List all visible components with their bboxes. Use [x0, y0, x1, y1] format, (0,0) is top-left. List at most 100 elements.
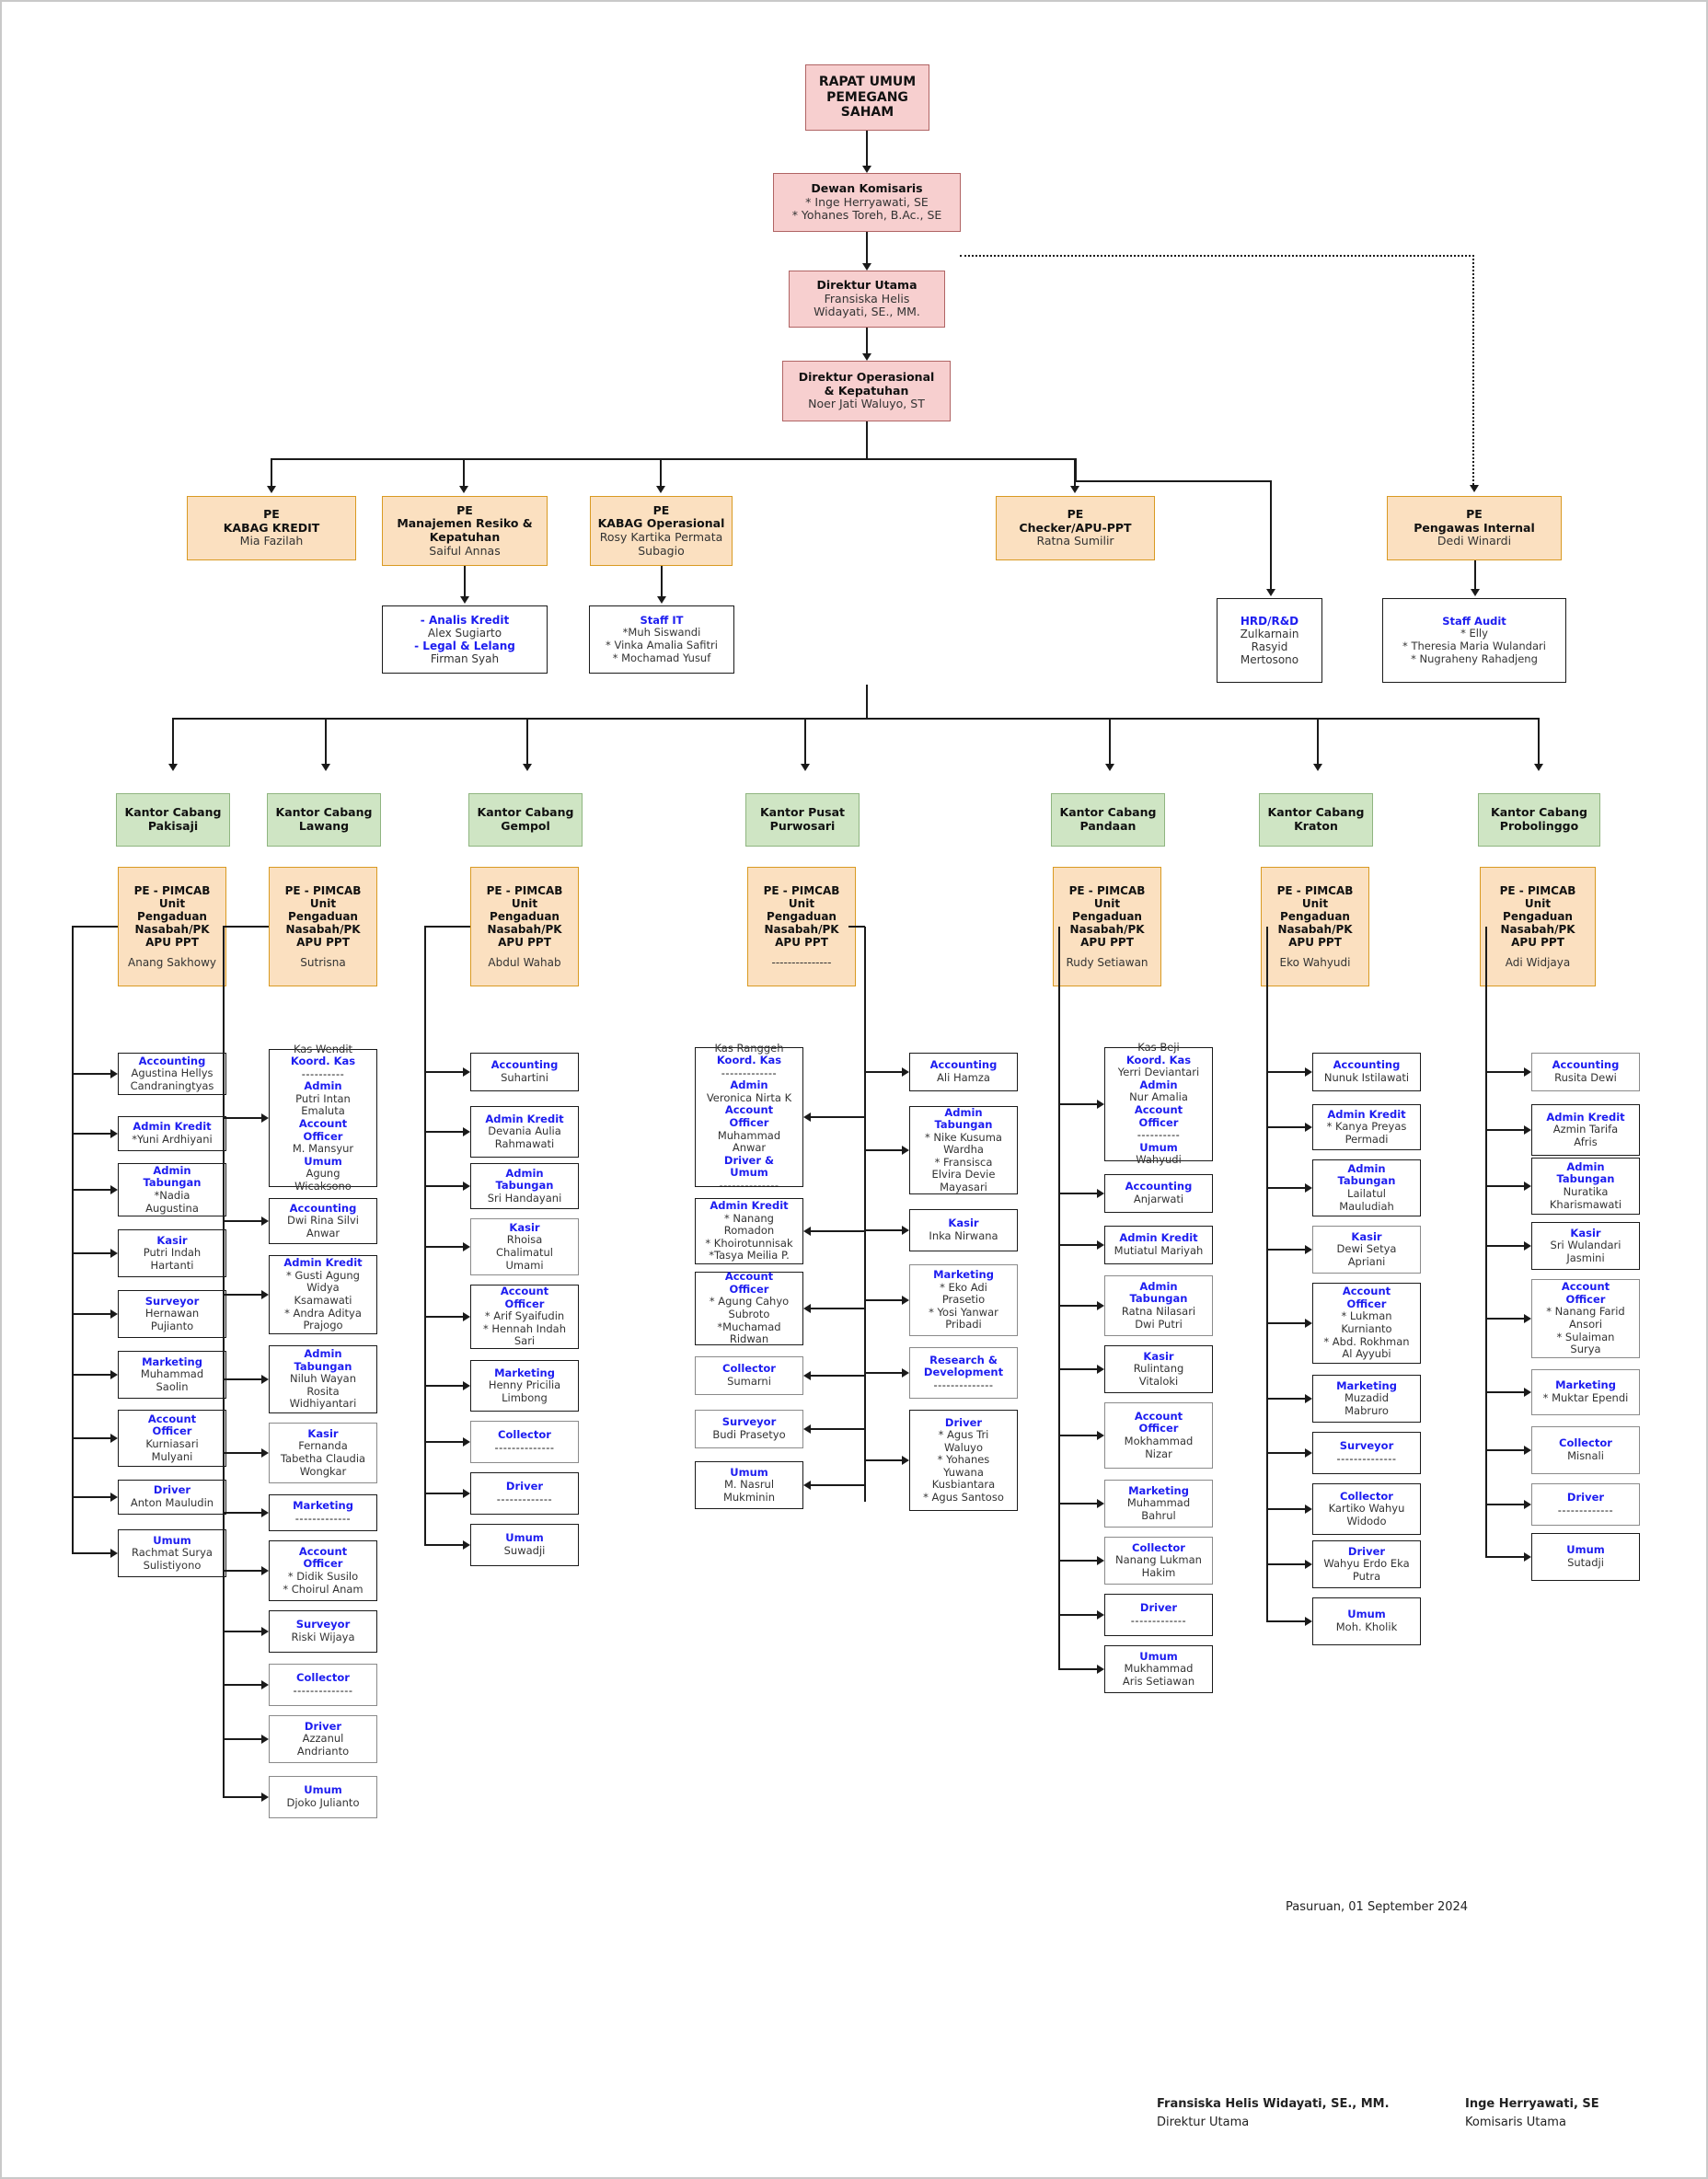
node-staff-probolinggo-2[interactable]: Admin Tabungan Nuratika Kharismawati	[1531, 1158, 1640, 1215]
node-staff-kraton-0[interactable]: Accounting Nunuk Istilawati	[1312, 1053, 1421, 1091]
node-staff-pakisaji-8[interactable]: Umum Rachmat Surya Sulistiyono	[118, 1529, 226, 1577]
node-staff-lawang-6[interactable]: Account Officer * Didik Susilo * Choirul An…	[269, 1540, 377, 1601]
node-staff-kraton-8[interactable]: Driver Wahyu Erdo Eka Putra	[1312, 1540, 1421, 1588]
node-detail-line: Ksamawati	[294, 1294, 352, 1307]
node-staff-lawang-2[interactable]: Admin Kredit * Gusti Agung Widya Ksamawati *…	[269, 1255, 377, 1334]
node-pe-kabag-operasional[interactable]: PE KABAG Operasional Rosy Kartika Permata S…	[590, 496, 733, 566]
node-staff-lawang-9[interactable]: Driver Azzanul Andrianto	[269, 1715, 377, 1763]
node-staff-kraton-7[interactable]: Collector Kartiko Wahyu Widodo	[1312, 1483, 1421, 1535]
node-staff-pandaan-2[interactable]: Admin Kredit Mutiatul Mariyah	[1104, 1226, 1213, 1264]
node-staff-pandaan-5[interactable]: Account Officer Mokhammad Nizar	[1104, 1402, 1213, 1469]
node-pimcab-probolinggo[interactable]: PE - PIMCAB Unit Pengaduan Nasabah/PK APU PP…	[1480, 867, 1596, 986]
node-pimcab-purwosari[interactable]: PE - PIMCAB Unit Pengaduan Nasabah/PK APU PP…	[747, 867, 856, 986]
node-staff-lawang-3[interactable]: Admin Tabungan Niluh Wayan Rosita Widhiyanta…	[269, 1345, 377, 1413]
node-staff-probolinggo-3[interactable]: Kasir Sri Wulandari Jasmini	[1531, 1222, 1640, 1270]
node-staff-purwosari_left-4[interactable]: Surveyor Budi Prasetyo	[695, 1410, 803, 1448]
node-staff-pandaan-6[interactable]: Marketing Muhammad Bahrul	[1104, 1480, 1213, 1528]
node-staff-pakisaji-2[interactable]: Admin Tabungan *Nadia Augustina	[118, 1163, 226, 1216]
node-staff-gempol-6[interactable]: Collector --------------	[470, 1421, 579, 1463]
node-staff-lawang-8[interactable]: Collector --------------	[269, 1664, 377, 1706]
node-staff-kraton-6[interactable]: Surveyor --------------	[1312, 1432, 1421, 1474]
node-staff-purwosari_right-2[interactable]: Kasir Inka Nirwana	[909, 1209, 1018, 1251]
node-office-pandaan[interactable]: Kantor Cabang Pandaan	[1051, 793, 1165, 847]
node-staff-kraton-5[interactable]: Marketing Muzadid Mabruro	[1312, 1375, 1421, 1423]
node-analis-kredit-legal[interactable]: - Analis Kredit Alex Sugiarto - Legal & Le…	[382, 605, 548, 674]
node-pimcab-gempol[interactable]: PE - PIMCAB Unit Pengaduan Nasabah/PK APU PP…	[470, 867, 579, 986]
node-pimcab-lawang[interactable]: PE - PIMCAB Unit Pengaduan Nasabah/PK APU PP…	[269, 867, 377, 986]
node-detail-line: Budi Prasetyo	[712, 1428, 786, 1441]
node-staff-pandaan-4[interactable]: Kasir Rulintang Vitaloki	[1104, 1345, 1213, 1393]
node-staff-probolinggo-8[interactable]: Umum Sutadji	[1531, 1533, 1640, 1581]
node-office-purwosari[interactable]: Kantor Pusat Purwosari	[745, 793, 860, 847]
node-staff-purwosari_right-1[interactable]: Admin Tabungan * Nike Kusuma Wardha * Fransi…	[909, 1106, 1018, 1194]
node-staff-pakisaji-6[interactable]: Account Officer Kurniasari Mulyani	[118, 1410, 226, 1467]
node-staff-purwosari_left-3[interactable]: Collector Sumarni	[695, 1356, 803, 1395]
node-staff-pandaan-8[interactable]: Driver -------------	[1104, 1594, 1213, 1636]
node-pe-checker-apu-ppt[interactable]: PE Checker/APU-PPT Ratna Sumilir	[996, 496, 1155, 560]
node-staff-purwosari_left-0[interactable]: Kas Ranggeh Koord. Kas ------------- Admin V…	[695, 1042, 803, 1191]
node-staff-lawang-4[interactable]: Kasir Fernanda Tabetha Claudia Wongkar	[269, 1423, 377, 1483]
node-title-line: Admin Kredit	[710, 1199, 789, 1213]
node-pe-pengawas-internal[interactable]: PE Pengawas Internal Dedi Winardi	[1387, 496, 1562, 560]
node-staff-gempol-7[interactable]: Driver -------------	[470, 1472, 579, 1515]
node-staff-purwosari_left-2[interactable]: Account Officer * Agung Cahyo Subroto *Mucha…	[695, 1271, 803, 1345]
node-office-lawang[interactable]: Kantor Cabang Lawang	[267, 793, 381, 847]
node-pe-manajemen-resiko[interactable]: PE Manajemen Resiko & Kepatuhan Saiful Anna…	[382, 496, 548, 566]
node-staff-it[interactable]: Staff IT *Muh Siswandi * Vinka Amalia Safi…	[589, 605, 734, 674]
node-hrd-rnd[interactable]: HRD/R&D Zulkarnain Rasyid Mertosono	[1217, 598, 1322, 683]
node-staff-kraton-9[interactable]: Umum Moh. Kholik	[1312, 1597, 1421, 1645]
node-staff-purwosari_right-5[interactable]: Driver * Agus Tri Waluyo * Yohanes Yuwana Kus…	[909, 1410, 1018, 1511]
node-staff-kraton-4[interactable]: Account Officer * Lukman Kurnianto * Abd. Ro…	[1312, 1283, 1421, 1364]
node-staff-gempol-5[interactable]: Marketing Henny Pricilia Limbong	[470, 1360, 579, 1412]
node-office-kraton[interactable]: Kantor Cabang Kraton	[1259, 793, 1373, 847]
node-staff-pakisaji-1[interactable]: Admin Kredit *Yuni Ardhiyani	[118, 1116, 226, 1151]
node-staff-lawang-5[interactable]: Marketing -------------	[269, 1494, 377, 1531]
node-staff-pakisaji-7[interactable]: Driver Anton Mauludin	[118, 1480, 226, 1515]
node-staff-lawang-7[interactable]: Surveyor Riski Wijaya	[269, 1610, 377, 1653]
node-staff-kraton-3[interactable]: Kasir Dewi Setya Apriani	[1312, 1226, 1421, 1274]
node-staff-pandaan-9[interactable]: Umum Mukhammad Aris Setiawan	[1104, 1645, 1213, 1693]
node-staff-kraton-2[interactable]: Admin Tabungan Lailatul Mauludiah	[1312, 1159, 1421, 1216]
node-staff-pakisaji-3[interactable]: Kasir Putri Indah Hartanti	[118, 1229, 226, 1277]
node-staff-lawang-10[interactable]: Umum Djoko Julianto	[269, 1776, 377, 1818]
node-staff-pakisaji-5[interactable]: Marketing Muhammad Saolin	[118, 1351, 226, 1399]
node-staff-purwosari_left-5[interactable]: Umum M. Nasrul Mukminin	[695, 1461, 803, 1509]
node-direktur-operasional[interactable]: Direktur Operasional & Kepatuhan Noer Jati…	[782, 361, 951, 421]
node-staff-purwosari_right-4[interactable]: Research & Development --------------	[909, 1347, 1018, 1399]
node-pe-kabag-kredit[interactable]: PE KABAG KREDIT Mia Fazilah	[187, 496, 356, 560]
node-staff-probolinggo-5[interactable]: Marketing * Muktar Ependi	[1531, 1369, 1640, 1415]
node-staff-gempol-1[interactable]: Admin Kredit Devania Aulia Rahmawati	[470, 1106, 579, 1158]
node-staff-gempol-0[interactable]: Accounting Suhartini	[470, 1053, 579, 1091]
node-staff-probolinggo-0[interactable]: Accounting Rusita Dewi	[1531, 1053, 1640, 1091]
node-staff-probolinggo-7[interactable]: Driver -------------	[1531, 1483, 1640, 1526]
node-staff-purwosari_right-0[interactable]: Accounting Ali Hamza	[909, 1053, 1018, 1091]
node-staff-lawang-0[interactable]: Kas Wendit Koord. Kas ---------- Admin Putri…	[269, 1043, 377, 1192]
node-pimcab-pakisaji[interactable]: PE - PIMCAB Unit Pengaduan Nasabah/PK APU PP…	[118, 867, 226, 986]
node-staff-gempol-3[interactable]: Kasir Rhoisa Chalimatul Umami	[470, 1218, 579, 1275]
node-staff-pakisaji-0[interactable]: Accounting Agustina Hellys Candraningtyas	[118, 1053, 226, 1095]
node-staff-probolinggo-6[interactable]: Collector Misnali	[1531, 1426, 1640, 1474]
node-staff-pandaan-3[interactable]: Admin Tabungan Ratna Nilasari Dwi Putri	[1104, 1275, 1213, 1336]
node-staff-pakisaji-4[interactable]: Surveyor Hernawan Pujianto	[118, 1290, 226, 1338]
node-pimcab-kraton[interactable]: PE - PIMCAB Unit Pengaduan Nasabah/PK APU PP…	[1261, 867, 1369, 986]
node-staff-lawang-1[interactable]: Accounting Dwi Rina Silvi Anwar	[269, 1198, 377, 1244]
node-rups[interactable]: RAPAT UMUM PEMEGANG SAHAM	[805, 64, 929, 131]
node-office-probolinggo[interactable]: Kantor Cabang Probolinggo	[1478, 793, 1600, 847]
node-staff-purwosari_left-1[interactable]: Admin Kredit * Nanang Romadon * Khoirotunni…	[695, 1198, 803, 1264]
node-staff-pandaan-0[interactable]: Kas Beji Koord. Kas Yerri Deviantari Admin N…	[1104, 1042, 1213, 1166]
node-staff-gempol-2[interactable]: Admin Tabungan Sri Handayani	[470, 1163, 579, 1209]
node-staff-pandaan-7[interactable]: Collector Nanang Lukman Hakim	[1104, 1537, 1213, 1585]
node-staff-probolinggo-4[interactable]: Account Officer * Nanang Farid Ansori * Sula…	[1531, 1279, 1640, 1358]
node-staff-probolinggo-1[interactable]: Admin Kredit Azmin Tarifa Afris	[1531, 1104, 1640, 1156]
node-dewan-komisaris[interactable]: Dewan Komisaris * Inge Herryawati, SE * Yo…	[773, 173, 961, 232]
node-staff-gempol-8[interactable]: Umum Suwadji	[470, 1524, 579, 1566]
node-staff-purwosari_right-3[interactable]: Marketing * Eko Adi Prasetio * Yosi Yanwar P…	[909, 1264, 1018, 1336]
node-staff-gempol-4[interactable]: Account Officer * Arif Syaifudin * Hennah I…	[470, 1285, 579, 1349]
node-office-gempol[interactable]: Kantor Cabang Gempol	[468, 793, 583, 847]
node-pimcab-pandaan[interactable]: PE - PIMCAB Unit Pengaduan Nasabah/PK APU PP…	[1053, 867, 1161, 986]
node-staff-audit[interactable]: Staff Audit * Elly * Theresia Maria Wuland…	[1382, 598, 1566, 683]
node-office-pakisaji[interactable]: Kantor Cabang Pakisaji	[116, 793, 230, 847]
node-staff-kraton-1[interactable]: Admin Kredit * Kanya Preyas Permadi	[1312, 1104, 1421, 1150]
node-staff-pandaan-1[interactable]: Accounting Anjarwati	[1104, 1174, 1213, 1213]
node-direktur-utama[interactable]: Direktur Utama Fransiska Helis Widayati, S…	[789, 271, 945, 328]
